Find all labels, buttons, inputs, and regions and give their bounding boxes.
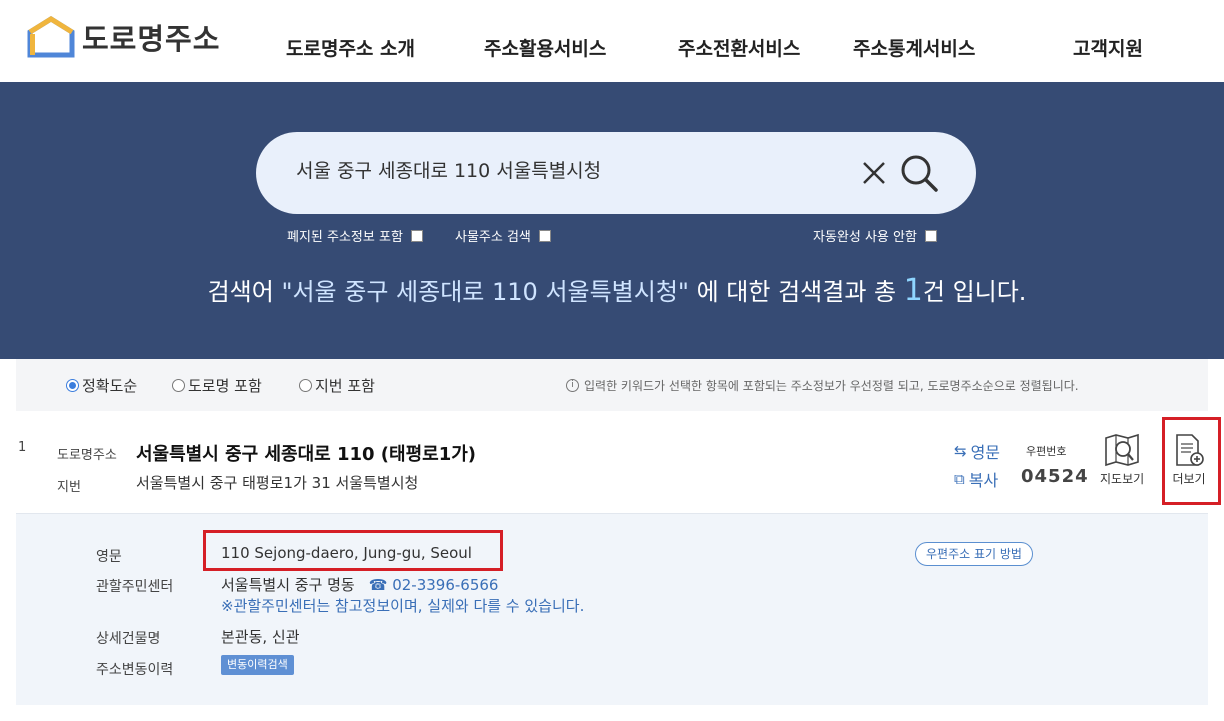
english-address-link[interactable]: ⇆ 영문 [954, 439, 1000, 463]
copy-address-link[interactable]: ⧉ 복사 [954, 467, 998, 491]
house-logo-icon [27, 16, 75, 58]
nav-address-conversion[interactable]: 주소전환서비스 [678, 34, 800, 61]
history-search-button[interactable]: 변동이력검색 [221, 655, 294, 675]
more-button-highlight [1162, 417, 1221, 505]
sort-road-name-label: 도로명 포함 [188, 377, 262, 395]
include-abolished-checkbox[interactable] [410, 229, 423, 242]
search-hero: 폐지된 주소정보 포함 사물주소 검색 자동완성 사용 안함 검색어 "서울 중… [0, 82, 1224, 359]
sort-jibun-label: 지번 포함 [315, 377, 375, 395]
sort-notice: i 입력한 키워드가 선택한 항목에 포함되는 주소정보가 우선정렬 되고, 도… [566, 377, 1079, 394]
result-count: 1 [903, 273, 923, 308]
site-logo[interactable]: 도로명주소 [26, 16, 220, 58]
close-icon[interactable] [861, 160, 887, 186]
radio-icon [299, 379, 312, 392]
sort-road-name-radio[interactable]: 도로명 포함 [172, 375, 262, 396]
search-icon[interactable] [898, 152, 940, 194]
sort-jibun-radio[interactable]: 지번 포함 [299, 375, 375, 396]
map-view-label: 지도보기 [1100, 472, 1145, 486]
radio-icon [172, 379, 185, 392]
sort-filter-bar: 정확도순 도로명 포함 지번 포함 i 입력한 키워드가 선택한 항목에 포함되… [16, 359, 1208, 411]
result-suffix: 건 입니다. [922, 278, 1027, 306]
community-center-phone[interactable]: ☎ 02-3396-6566 [369, 576, 499, 594]
english-link-label: 영문 [970, 443, 1001, 462]
search-box [256, 132, 976, 214]
sort-notice-text: 입력한 키워드가 선택한 항목에 포함되는 주소정보가 우선정렬 되고, 도로명… [584, 379, 1079, 393]
road-address: 서울특별시 중구 세종대로 110 (태평로1가) [136, 444, 477, 465]
nav-address-statistics[interactable]: 주소통계서비스 [853, 34, 975, 61]
postal-code: 04524 [1021, 466, 1089, 487]
copy-icon: ⧉ [954, 470, 965, 488]
result-number: 1 [18, 440, 27, 455]
option-thing-address-label: 사물주소 검색 [455, 230, 531, 245]
radio-selected-icon [66, 379, 79, 392]
english-label: 영문 [96, 549, 122, 565]
community-center-value: 서울특별시 중구 명동 ☎ 02-3396-6566 [221, 574, 498, 595]
building-name-label: 상세건물명 [96, 631, 161, 647]
jibun-label: 지번 [57, 480, 81, 495]
sort-accuracy-label: 정확도순 [82, 377, 138, 395]
option-thing-address: 사물주소 검색 [455, 226, 551, 245]
map-magnifier-icon [1105, 433, 1139, 467]
no-autocomplete-checkbox[interactable] [924, 229, 937, 242]
option-include-abolished-label: 폐지된 주소정보 포함 [287, 230, 403, 245]
postal-code-label: 우편번호 [1026, 445, 1067, 458]
option-include-abolished: 폐지된 주소정보 포함 [287, 226, 423, 245]
search-result-message: 검색어 "서울 중구 세종대로 110 서울특별시청" 에 대한 검색결과 총 … [0, 272, 1224, 308]
nav-intro[interactable]: 도로명주소 소개 [286, 34, 415, 61]
nav-address-utilization[interactable]: 주소활용서비스 [484, 34, 606, 61]
result-detail-panel [16, 513, 1208, 705]
option-no-autocomplete-label: 자동완성 사용 안함 [813, 230, 917, 245]
jibun-address: 서울특별시 중구 태평로1가 31 서울특별시청 [136, 474, 419, 492]
sort-accuracy-radio[interactable]: 정확도순 [66, 375, 137, 396]
info-icon: i [566, 379, 579, 392]
postal-display-method-button[interactable]: 우편주소 표기 방법 [915, 542, 1033, 566]
community-center-label: 관할주민센터 [96, 579, 174, 595]
english-address-highlight [203, 530, 503, 571]
community-center-name: 서울특별시 중구 명동 [221, 576, 355, 594]
result-prefix: 검색어 [207, 278, 282, 306]
nav-customer-support[interactable]: 고객지원 [1073, 34, 1143, 61]
building-name-value: 본관동, 신관 [221, 628, 300, 646]
result-middle: 에 대한 검색결과 총 [688, 278, 904, 306]
result-keyword: "서울 중구 세종대로 110 서울특별시청" [281, 278, 689, 306]
search-input[interactable] [296, 158, 836, 180]
map-view-button[interactable]: 지도보기 [1100, 432, 1144, 487]
site-header: 도로명주소 도로명주소 소개 주소활용서비스 주소전환서비스 주소통계서비스 고… [0, 0, 1224, 82]
option-no-autocomplete: 자동완성 사용 안함 [813, 226, 937, 245]
road-address-label: 도로명주소 [57, 448, 117, 463]
thing-address-checkbox[interactable] [538, 229, 551, 242]
address-history-label: 주소변동이력 [96, 662, 174, 678]
swap-arrows-icon: ⇆ [954, 442, 967, 460]
logo-text: 도로명주소 [82, 22, 221, 56]
copy-link-label: 복사 [968, 471, 999, 490]
community-center-note: ※관할주민센터는 참고정보이며, 실제와 다를 수 있습니다. [221, 597, 585, 615]
